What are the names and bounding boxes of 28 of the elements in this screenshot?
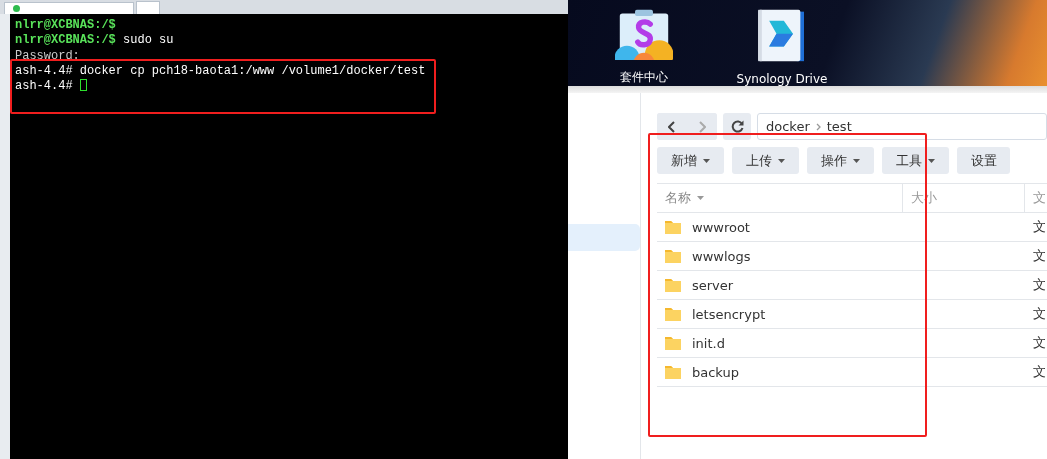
file-type: 文 (1032, 218, 1046, 236)
file-name[interactable]: server (692, 277, 734, 293)
shell-command: docker cp pch18-baota1:/www /volume1/docker/test (79, 63, 426, 78)
file-name[interactable]: backup (692, 364, 739, 380)
column-header[interactable]: 名称 (657, 184, 902, 212)
file-type: 文 (1032, 305, 1046, 323)
shell-command: sudo su (123, 33, 174, 48)
path-field[interactable]: docker test (757, 113, 1047, 140)
file-name[interactable]: letsencrypt (692, 306, 766, 322)
shell-output: Password: (15, 48, 80, 63)
toolbar-button[interactable]: 新增 (657, 147, 724, 174)
file-name[interactable]: wwwlogs (692, 248, 751, 264)
shell-prompt: nlrr@XCBNAS:/$ (15, 18, 116, 32)
file-type: 文 (1032, 363, 1046, 381)
file-type: 文 (1032, 334, 1046, 352)
file-type: 文 (1032, 247, 1046, 265)
shell-prompt: ash-4.4# (15, 63, 73, 78)
file-name[interactable]: wwwroot (692, 219, 750, 235)
file-name[interactable]: init.d (692, 335, 725, 351)
toolbar-button[interactable]: 上传 (732, 147, 799, 174)
toolbar-button[interactable]: 工具 (882, 147, 949, 174)
shell-prompt: ash-4.4# (15, 79, 73, 94)
toolbar-button[interactable]: 操作 (807, 147, 874, 174)
file-type: 文 (1032, 276, 1046, 294)
app-label[interactable]: 套件中心 (620, 69, 668, 86)
app-label[interactable]: Synology Drive (736, 72, 828, 86)
shell-prompt: nlrr@XCBNAS:/$ (15, 33, 116, 48)
toolbar-button[interactable]: 设置 (957, 147, 1010, 174)
